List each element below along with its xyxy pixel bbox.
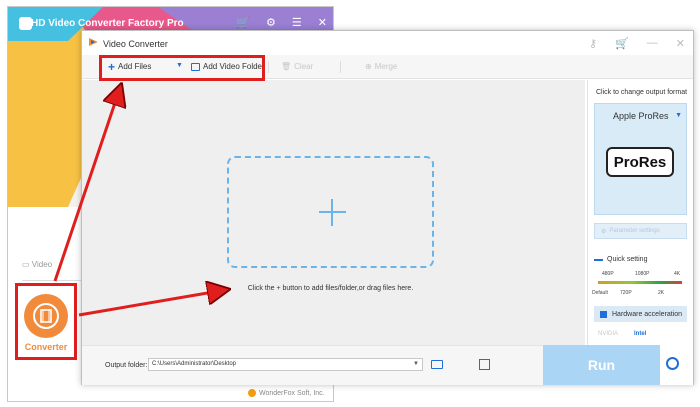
export-icon[interactable] <box>479 359 490 370</box>
wonderfox-icon <box>248 389 256 397</box>
merge-button[interactable]: ⊕ Merge <box>365 62 397 71</box>
checkbox[interactable] <box>600 310 607 318</box>
bottom-bar: Output folder: C:\Users\Administrator\De… <box>82 345 543 385</box>
res-default-label: Default <box>592 290 608 296</box>
output-format-title: Click to change output format <box>596 89 688 96</box>
alarm-clock-icon[interactable] <box>666 357 679 370</box>
slider-icon <box>594 258 603 261</box>
settings-icon: ⚙ <box>601 228 607 235</box>
merge-icon: ⊕ <box>365 62 372 71</box>
add-files-highlight <box>99 55 265 81</box>
video-converter-window: Video Converter ⚷ 🛒 — ✕ + Add Files ▼ Ad… <box>81 30 694 385</box>
video-icon: ▭ <box>22 260 30 269</box>
prores-logo: ProRes <box>606 147 674 177</box>
res-4k-label: 4K <box>674 271 681 277</box>
open-folder-icon[interactable] <box>431 360 443 369</box>
converter-tile[interactable]: Converter <box>15 283 77 360</box>
quality-slider[interactable] <box>598 281 682 284</box>
res-720p-label: 720P <box>620 290 632 296</box>
add-files-dropzone[interactable] <box>227 156 434 268</box>
res-1080p-label: 1080P <box>635 271 650 277</box>
key-icon[interactable]: ⚷ <box>589 37 597 50</box>
run-button[interactable]: Run <box>543 345 660 385</box>
chevron-down-icon: ▼ <box>675 112 682 119</box>
output-format-selector[interactable]: Apple ProRes ▼ ProRes <box>594 103 687 215</box>
cart-icon[interactable]: 🛒 <box>615 37 629 50</box>
format-name: Apple ProRes <box>613 111 669 121</box>
settings-icon[interactable]: ⚙ <box>266 16 276 29</box>
titlebar: Video Converter ⚷ 🛒 — ✕ <box>82 31 693 55</box>
parameter-settings-button[interactable]: ⚙ Parameter settings <box>594 223 687 239</box>
close-icon[interactable]: ✕ <box>676 37 685 50</box>
chevron-down-icon: ▼ <box>413 361 419 367</box>
file-list-area[interactable]: Click the + button to add files/folder,o… <box>82 80 585 345</box>
close-icon[interactable]: ✕ <box>318 16 327 29</box>
res-480p-label: 480P <box>602 271 614 277</box>
minimize-icon[interactable]: — <box>647 37 658 50</box>
gpu-options: NVIDIA Intel <box>594 328 687 340</box>
divider <box>268 61 269 73</box>
trash-icon: 🗑 <box>281 62 292 71</box>
converter-icon <box>24 294 68 338</box>
nvidia-option[interactable]: NVIDIA <box>598 331 618 337</box>
menu-icon[interactable]: ☰ <box>292 16 302 29</box>
video-section-label: ▭ Video <box>22 260 53 269</box>
cart-icon[interactable]: 🛒 <box>236 16 250 29</box>
output-folder-field[interactable]: C:\Users\Administrator\Desktop ▼ <box>148 358 423 371</box>
footer: WonderFox Soft, Inc. <box>248 389 325 397</box>
divider <box>22 280 88 281</box>
output-folder-label: Output folder: <box>105 362 148 369</box>
res-2k-label: 2K <box>658 290 665 296</box>
empty-hint: Click the + button to add files/folder,o… <box>247 285 414 292</box>
intel-option[interactable]: Intel <box>634 331 646 337</box>
converter-label: Converter <box>24 342 68 352</box>
hardware-acceleration-toggle[interactable]: Hardware acceleration <box>594 306 687 322</box>
divider <box>340 61 341 73</box>
quick-setting: Quick setting <box>594 256 647 263</box>
video-converter-logo-icon <box>89 38 98 46</box>
main-window-title: HD Video Converter Factory Pro <box>31 18 184 29</box>
output-format-panel: Click to change output format Apple ProR… <box>587 80 693 385</box>
window-title: Video Converter <box>103 39 168 49</box>
clear-button[interactable]: 🗑 Clear <box>281 62 313 71</box>
